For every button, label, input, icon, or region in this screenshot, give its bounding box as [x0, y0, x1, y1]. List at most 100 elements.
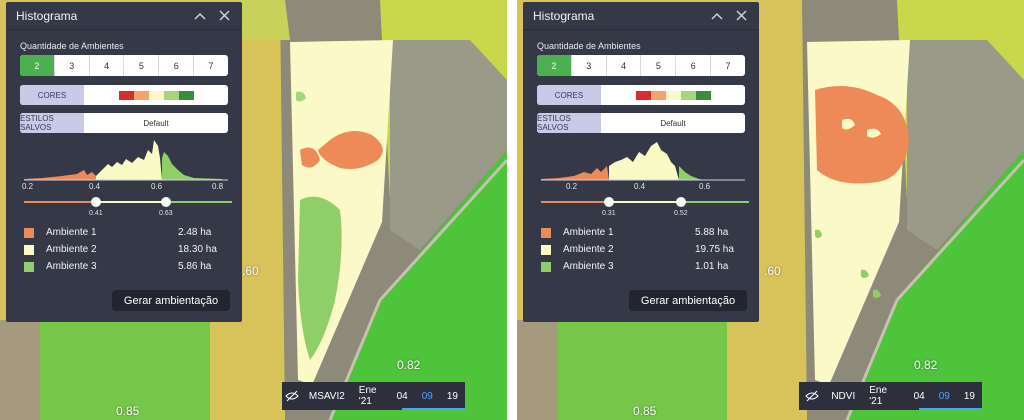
legend-row: Ambiente 1 2.48 ha	[24, 224, 234, 241]
date-index-bar: MSAVI2 Ene '21 04 09 19	[282, 382, 465, 410]
month-label: Ene '21	[358, 385, 377, 407]
eye-off-icon[interactable]	[282, 390, 302, 402]
segment-option[interactable]: 7	[711, 55, 745, 76]
map-view-left: .60 0.82 0.85 Histograma Quantidade de A…	[0, 0, 507, 420]
date-option[interactable]: 04	[390, 391, 415, 402]
threshold-handle[interactable]	[676, 197, 686, 207]
cores-label: CORES	[537, 85, 601, 105]
date-option[interactable]: 09	[415, 391, 440, 402]
threshold-handle[interactable]	[604, 197, 614, 207]
segment-option[interactable]: 5	[641, 55, 677, 76]
map-value-label: 0.85	[633, 404, 657, 418]
color-swatch	[118, 90, 134, 100]
legend-swatch	[541, 261, 551, 272]
generate-ambientacao-button[interactable]: Gerar ambientação	[112, 290, 230, 311]
estilos-selector[interactable]: ESTILOS SALVOS Default	[537, 113, 745, 133]
legend-row: Ambiente 3 5.86 ha	[24, 258, 234, 275]
legend-name: Ambiente 2	[46, 244, 97, 255]
close-icon[interactable]	[216, 8, 232, 24]
panel-header: Histograma	[523, 2, 759, 30]
threshold-handle[interactable]	[91, 197, 101, 207]
segment-option[interactable]: 3	[55, 55, 90, 76]
legend-row: Ambiente 2 19.75 ha	[541, 241, 751, 258]
legend-swatch	[24, 227, 34, 238]
screenshot-stage: .60 0.82 0.85 Histograma Quantidade de A…	[0, 0, 1024, 420]
segment-option[interactable]: 4	[607, 55, 642, 76]
segment-option[interactable]: 3	[572, 55, 607, 76]
threshold-handle[interactable]	[161, 197, 171, 207]
panel-header: Histograma	[6, 2, 242, 30]
segment-option[interactable]: 2	[20, 55, 55, 76]
map-value-label: .60	[764, 264, 781, 278]
histogram-panel: Histograma Quantidade de Ambientes 2 3 4…	[523, 2, 759, 322]
chevron-up-icon[interactable]	[709, 8, 725, 24]
histogram-panel: Histograma Quantidade de Ambientes 2 3 4…	[6, 2, 242, 322]
color-swatch	[665, 90, 681, 100]
cores-selector[interactable]: CORES	[537, 85, 745, 105]
axis-tick: 0.6	[151, 182, 163, 191]
ambientes-count-selector: 2 3 4 5 6 7	[537, 55, 745, 76]
close-icon[interactable]	[733, 8, 749, 24]
color-swatch	[650, 90, 666, 100]
estilos-value: Default	[143, 118, 169, 128]
cores-selector[interactable]: CORES	[20, 85, 228, 105]
legend-row: Ambiente 1 5.88 ha	[541, 224, 751, 241]
color-swatch	[133, 90, 149, 100]
map-value-label: 0.82	[397, 358, 421, 372]
chevron-up-icon[interactable]	[192, 8, 208, 24]
legend-name: Ambiente 3	[563, 261, 614, 272]
generate-ambientacao-button[interactable]: Gerar ambientação	[629, 290, 747, 311]
histogram-chart: 0.2 0.4 0.6 0.31 0.52	[541, 142, 749, 217]
axis-tick: 0.2	[566, 182, 578, 191]
legend-area: 1.01 ha	[695, 261, 729, 272]
cores-label: CORES	[20, 85, 84, 105]
estilos-label: ESTILOS SALVOS	[20, 113, 84, 133]
legend-area: 5.86 ha	[178, 261, 212, 272]
segment-option[interactable]: 5	[124, 55, 160, 76]
histogram-chart: 0.2 0.4 0.6 0.8 0.41 0.63	[22, 140, 232, 217]
legend-name: Ambiente 3	[46, 261, 97, 272]
threshold-value: 0.52	[674, 210, 688, 217]
legend-area: 18.30 ha	[178, 244, 217, 255]
legend-area: 2.48 ha	[178, 227, 212, 238]
segment-option[interactable]: 6	[676, 55, 712, 76]
estilos-value: Default	[660, 118, 686, 128]
date-option[interactable]: 19	[440, 391, 465, 402]
date-option[interactable]: 09	[932, 391, 957, 402]
color-palette	[84, 85, 228, 105]
map-value-label: 0.82	[914, 358, 938, 372]
legend-swatch	[541, 244, 551, 255]
segment-option[interactable]: 4	[90, 55, 125, 76]
axis-tick: 0.4	[89, 182, 101, 191]
color-palette	[601, 85, 745, 105]
axis-tick: 0.6	[699, 182, 711, 191]
legend-swatch	[24, 244, 34, 255]
legend-area: 19.75 ha	[695, 244, 734, 255]
ambientes-count-selector: 2 3 4 5 6 7	[20, 55, 228, 76]
section-label: Quantidade de Ambientes	[537, 41, 641, 51]
segment-option[interactable]: 7	[194, 55, 228, 76]
date-option[interactable]: 04	[907, 391, 932, 402]
eye-off-icon[interactable]	[799, 390, 824, 402]
estilos-label: ESTILOS SALVOS	[537, 113, 601, 133]
index-selector[interactable]: NDVI	[824, 391, 862, 402]
date-index-bar: NDVI Ene '21 04 09 19	[799, 382, 982, 410]
section-label: Quantidade de Ambientes	[20, 41, 124, 51]
panel-title: Histograma	[16, 8, 78, 23]
segment-option[interactable]: 2	[537, 55, 572, 76]
index-selector[interactable]: MSAVI2	[302, 391, 352, 402]
axis-tick: 0.2	[22, 182, 34, 191]
segment-option[interactable]: 6	[159, 55, 195, 76]
month-label: Ene '21	[869, 385, 888, 407]
date-option[interactable]: 19	[957, 391, 982, 402]
axis-tick: 0.8	[212, 182, 224, 191]
legend-swatch	[24, 261, 34, 272]
legend-name: Ambiente 1	[563, 227, 614, 238]
timeline-indicator	[919, 408, 982, 410]
color-swatch	[148, 90, 164, 100]
map-view-right: .60 0.82 0.85 Histograma Quantidade de A…	[517, 0, 1024, 420]
color-swatch	[635, 90, 651, 100]
threshold-value: 0.63	[159, 210, 173, 217]
estilos-selector[interactable]: ESTILOS SALVOS Default	[20, 113, 228, 133]
color-swatch	[178, 90, 194, 100]
